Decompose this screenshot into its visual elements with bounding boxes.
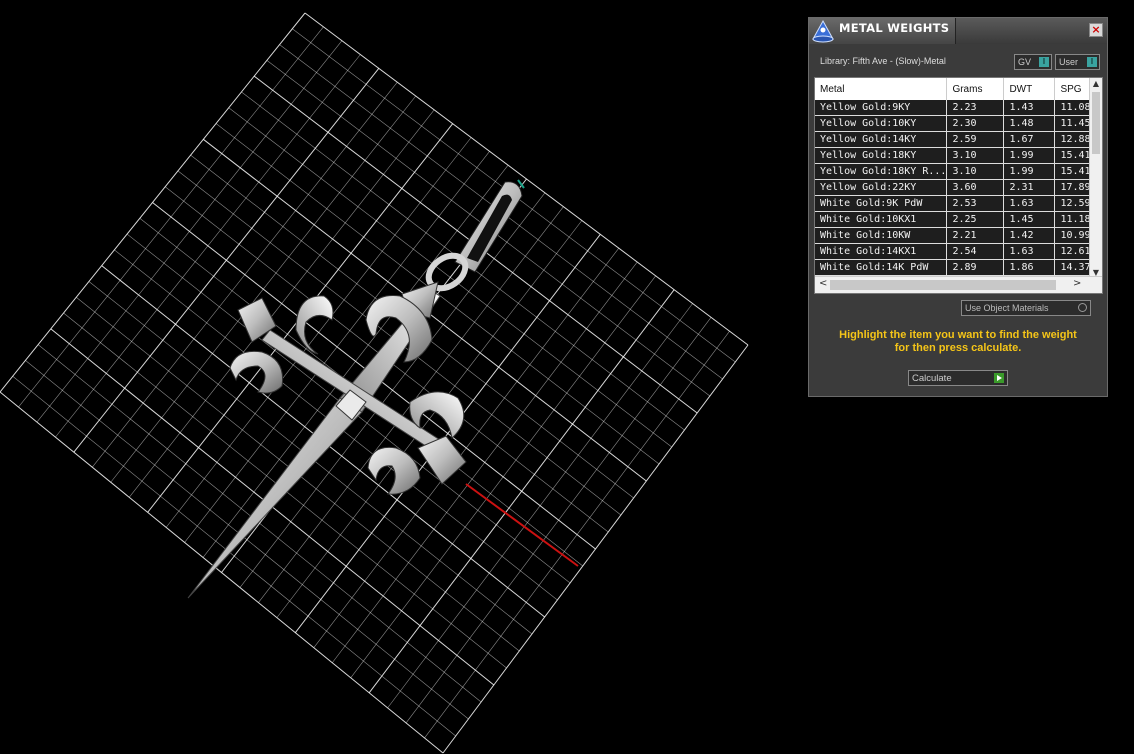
metal-cell: White Gold:14K PdW [815, 259, 948, 276]
instruction-hint: Highlight the item you want to find the … [809, 329, 1107, 355]
dwt-cell: 1.43 [1003, 100, 1056, 116]
grams-cell: 3.10 [946, 163, 1005, 180]
table-row[interactable]: Yellow Gold:10KY 2.30 1.48 11.45 [815, 115, 1096, 132]
column-header-metal[interactable]: Metal [815, 78, 948, 100]
hint-line-1: Highlight the item you want to find the … [839, 329, 1077, 341]
gv-toggle-label: GV [1018, 57, 1032, 67]
metal-cell: Yellow Gold:14KY [815, 131, 948, 148]
dwt-cell: 1.42 [1003, 227, 1056, 244]
grid-line [387, 303, 693, 709]
hint-line-2: for then press calculate. [894, 342, 1022, 354]
user-toggle[interactable]: User I [1055, 54, 1100, 70]
vertical-scroll-thumb[interactable] [1092, 92, 1100, 154]
table-row[interactable]: Yellow Gold:14KY 2.59 1.67 12.88 [815, 131, 1096, 148]
metal-cell: Yellow Gold:10KY [815, 115, 948, 132]
horizontal-scroll-thumb[interactable] [830, 280, 1056, 290]
use-object-materials-select[interactable]: Use Object Materials [961, 300, 1091, 316]
grams-cell: 2.89 [946, 259, 1005, 276]
radio-indicator-icon [1078, 303, 1087, 312]
table-row[interactable]: White Gold:14KX1 2.54 1.63 12.61 [815, 243, 1096, 260]
grams-cell: 3.60 [946, 179, 1005, 196]
lower-left-petal [367, 446, 421, 495]
grams-cell: 2.23 [946, 100, 1005, 116]
grid-line [25, 360, 469, 720]
scroll-up-icon[interactable]: ▲ [1090, 79, 1102, 88]
metal-cell: Yellow Gold:18KY R... [815, 163, 948, 180]
grid-line [239, 192, 546, 588]
table-row[interactable]: Yellow Gold:9KY 2.23 1.43 11.08 [815, 100, 1096, 116]
grams-cell: 2.59 [946, 131, 1005, 148]
scroll-right-icon[interactable]: > [1073, 278, 1081, 289]
x-axis-line [465, 483, 579, 567]
horizontal-scrollbar[interactable]: < > [815, 276, 1102, 293]
dwt-cell: 1.86 [1003, 259, 1056, 276]
library-label: Library: Fifth Ave - (Slow)-Metal [820, 56, 946, 66]
grams-cell: 3.10 [946, 147, 1005, 164]
gv-toggle-indicator: I [1039, 57, 1049, 67]
metal-weights-table: Metal Grams DWT SPG Yellow Gold:9KY 2.23 1… [815, 78, 1096, 276]
play-arrow-icon [994, 373, 1004, 383]
metal-cell: Yellow Gold:22KY [815, 179, 948, 196]
metal-cell: White Gold:14KX1 [815, 243, 948, 260]
metal-cell: Yellow Gold:9KY [815, 100, 948, 116]
grams-cell: 2.30 [946, 115, 1005, 132]
dwt-cell: 1.63 [1003, 195, 1056, 212]
use-object-materials-label: Use Object Materials [965, 303, 1049, 313]
bail-hole [467, 194, 512, 262]
grid-line [405, 317, 712, 724]
metal-weights-app-icon [812, 19, 834, 43]
calculate-button[interactable]: Calculate [908, 370, 1008, 386]
left-petal-curl [229, 350, 284, 394]
metal-weights-panel: METAL WEIGHTS × Library: Fifth Ave - (Sl… [808, 17, 1108, 397]
dwt-cell: 2.31 [1003, 179, 1056, 196]
table-row[interactable]: Yellow Gold:22KY 3.60 2.31 17.89 [815, 179, 1096, 196]
grams-cell: 2.54 [946, 243, 1005, 260]
metal-cell: Yellow Gold:18KY [815, 147, 948, 164]
metal-cell: White Gold:10KX1 [815, 211, 948, 228]
table-row[interactable]: Yellow Gold:18KY R... 3.10 1.99 15.41 [815, 163, 1096, 180]
metal-cell: White Gold:9K PdW [815, 195, 948, 212]
grid-line [313, 247, 620, 648]
table-row[interactable]: White Gold:9K PdW 2.53 1.63 12.59 [815, 195, 1096, 212]
calculate-button-label: Calculate [912, 373, 952, 384]
scroll-left-icon[interactable]: < [819, 278, 827, 289]
dwt-cell: 1.67 [1003, 131, 1056, 148]
table-row[interactable]: White Gold:10KW 2.21 1.42 10.99 [815, 227, 1096, 244]
table-row[interactable]: White Gold:14K PdW 2.89 1.86 14.37 [815, 259, 1096, 276]
dwt-cell: 1.99 [1003, 163, 1056, 180]
window-title: METAL WEIGHTS [839, 21, 950, 35]
user-toggle-indicator: I [1087, 57, 1097, 67]
dwt-cell: 1.45 [1003, 211, 1056, 228]
close-button[interactable]: × [1089, 23, 1103, 37]
table-row[interactable]: White Gold:10KX1 2.25 1.45 11.18 [815, 211, 1096, 228]
dwt-cell: 1.63 [1003, 243, 1056, 260]
gv-toggle[interactable]: GV I [1014, 54, 1052, 70]
vertical-scrollbar[interactable]: ▲ ▼ [1089, 78, 1102, 278]
close-icon: × [1091, 23, 1101, 36]
title-bar[interactable]: METAL WEIGHTS × [809, 18, 1107, 44]
table-row[interactable]: Yellow Gold:18KY 3.10 1.99 15.41 [815, 147, 1096, 164]
dwt-cell: 1.99 [1003, 147, 1056, 164]
grid-line [12, 375, 456, 737]
column-header-grams[interactable]: Grams [946, 78, 1005, 100]
table-header-row: Metal Grams DWT SPG [815, 78, 1096, 100]
cross-pendant-model[interactable] [187, 181, 523, 599]
metal-cell: White Gold:10KW [815, 227, 948, 244]
user-toggle-label: User [1059, 57, 1079, 67]
metal-table[interactable]: Metal Grams DWT SPG Yellow Gold:9KY 2.23 1… [814, 77, 1103, 294]
grams-cell: 2.21 [946, 227, 1005, 244]
grid-line [424, 330, 730, 739]
grid-line [0, 391, 444, 754]
column-header-dwt[interactable]: DWT [1003, 78, 1056, 100]
grams-cell: 2.53 [946, 195, 1005, 212]
dwt-cell: 1.48 [1003, 115, 1056, 132]
grid-line [442, 344, 749, 754]
grid-line [37, 344, 482, 703]
grams-cell: 2.25 [946, 211, 1005, 228]
